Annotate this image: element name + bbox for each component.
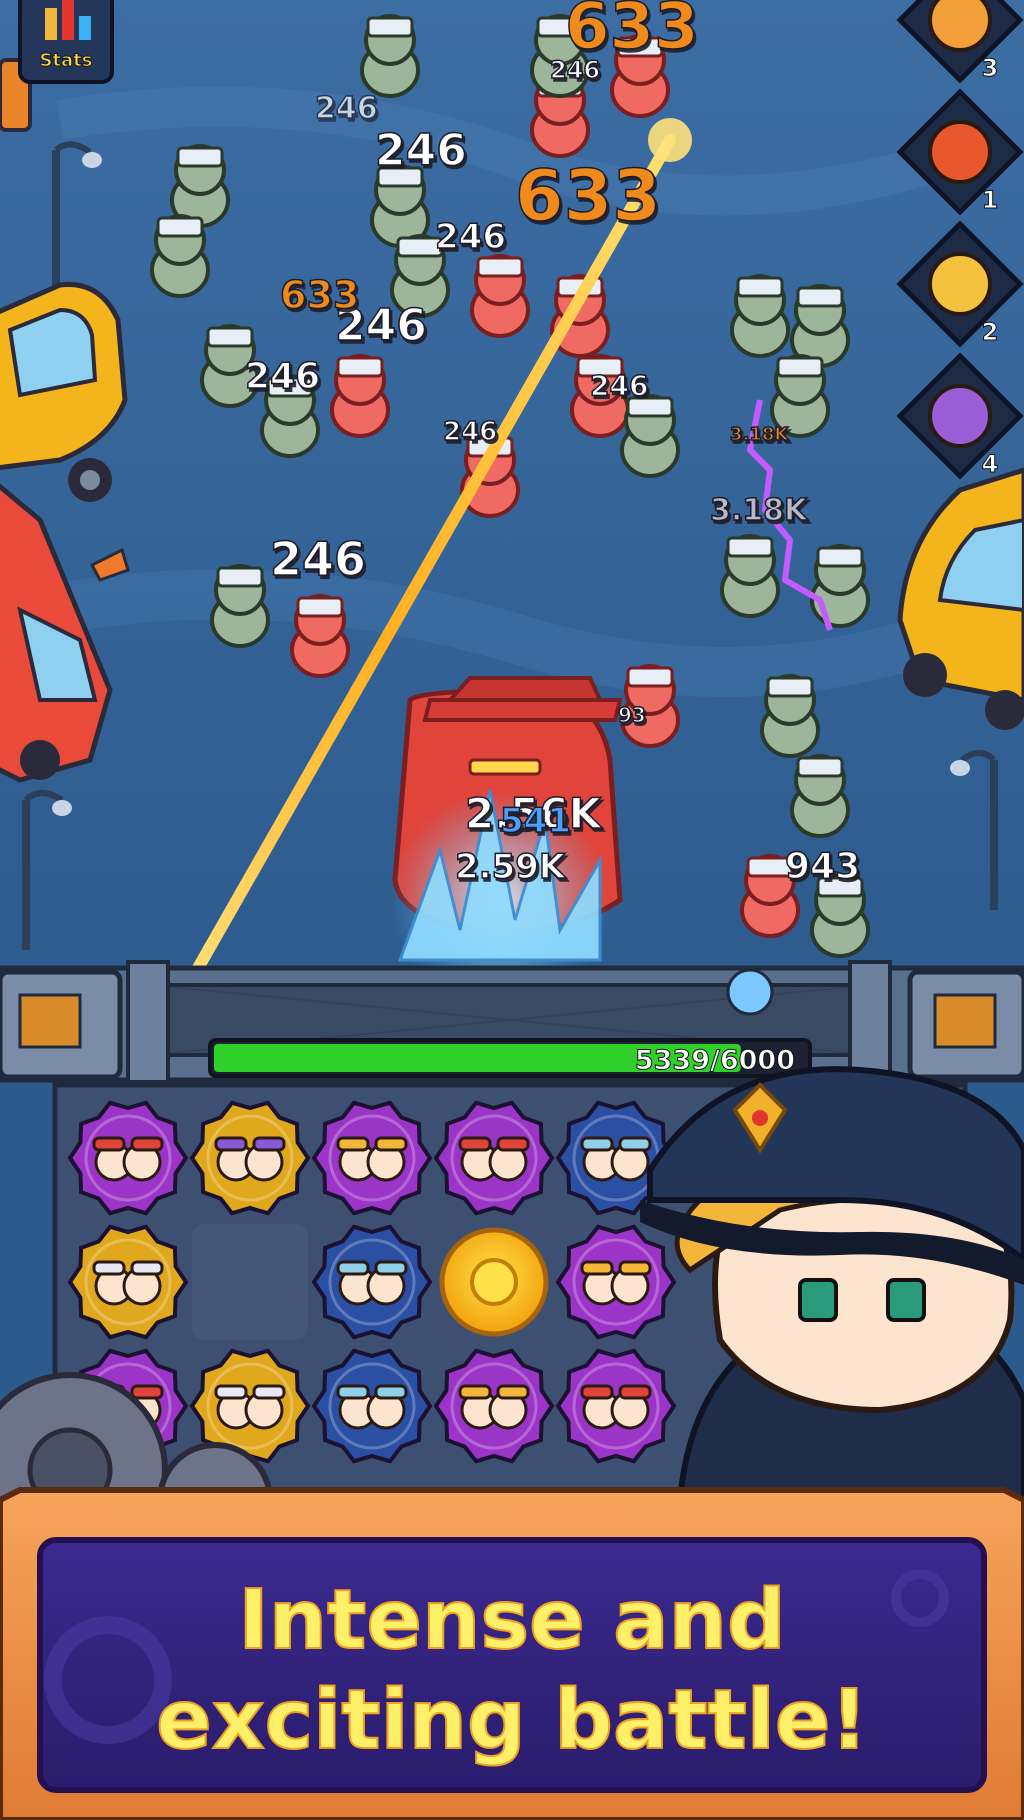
damage-number: 246 xyxy=(590,369,648,402)
promo-banner: Intense and exciting battle! xyxy=(0,1487,1024,1820)
damage-number: 3.18K xyxy=(730,424,789,445)
damage-number: 2.59K xyxy=(455,847,567,887)
zombie-enemy xyxy=(810,544,870,628)
game-stage: 633 246 246 246 246 246 246 246 633 633 … xyxy=(0,0,1024,1820)
zombie-enemy xyxy=(370,164,430,248)
zombie-enemy xyxy=(730,274,790,358)
zombie-enemy xyxy=(790,284,850,368)
stats-button[interactable]: Stats xyxy=(18,0,114,84)
zombie-enemy xyxy=(150,214,210,298)
merge-grid xyxy=(67,1100,677,1464)
zombie-enemy xyxy=(170,144,230,228)
stats-icon xyxy=(45,8,57,40)
damage-number: 246 xyxy=(550,56,600,84)
wall-hp-text: 5339/6000 xyxy=(635,1045,795,1076)
zombie-enemy xyxy=(290,594,350,678)
hero-slot-count: 3 xyxy=(982,54,999,82)
damage-number: 633 xyxy=(515,155,661,237)
banner-line-1: Intense and xyxy=(238,1573,785,1668)
damage-number: 943 xyxy=(785,846,860,887)
hero-portrait-icon xyxy=(928,384,992,448)
zombie-enemy xyxy=(470,254,530,338)
damage-number: 633 xyxy=(565,0,699,64)
damage-number: 3.18K xyxy=(710,493,809,528)
damage-number: 246 xyxy=(245,356,320,397)
zombie-enemy xyxy=(330,354,390,438)
damage-number: 246 xyxy=(435,217,506,257)
hero-portrait-icon xyxy=(928,120,992,184)
damage-number: 246 xyxy=(443,417,497,447)
zombie-enemy xyxy=(360,14,420,98)
stats-label: Stats xyxy=(39,50,92,71)
zombie-enemy xyxy=(720,534,780,618)
battle-scene: 633 246 246 246 246 246 246 246 633 633 … xyxy=(0,0,1024,1820)
zombie-enemy xyxy=(210,564,270,648)
damage-number: 93 xyxy=(618,703,646,727)
grid-tile[interactable] xyxy=(192,1224,308,1340)
grid-tile[interactable] xyxy=(439,1227,549,1337)
hero-slot-count: 2 xyxy=(982,318,999,346)
zombie-enemy xyxy=(620,394,680,478)
banner-line-2: exciting battle! xyxy=(156,1673,868,1768)
damage-number: 633 xyxy=(280,273,359,317)
hero-portrait-icon xyxy=(928,252,992,316)
damage-number: 246 xyxy=(270,532,366,586)
hero-slot-count: 1 xyxy=(982,186,999,214)
wall-hp-bar: 5339/6000 xyxy=(208,1038,812,1078)
hero-portrait-icon xyxy=(928,0,992,52)
hero-slot-count: 4 xyxy=(982,450,999,478)
zombie-enemy xyxy=(790,754,850,838)
damage-number: 541 xyxy=(500,801,571,841)
damage-number: 246 xyxy=(375,125,467,176)
damage-number: 246 xyxy=(315,91,378,126)
zombie-enemy xyxy=(810,874,870,958)
energy-orb-icon xyxy=(726,968,774,1016)
zombie-enemy xyxy=(760,674,820,758)
